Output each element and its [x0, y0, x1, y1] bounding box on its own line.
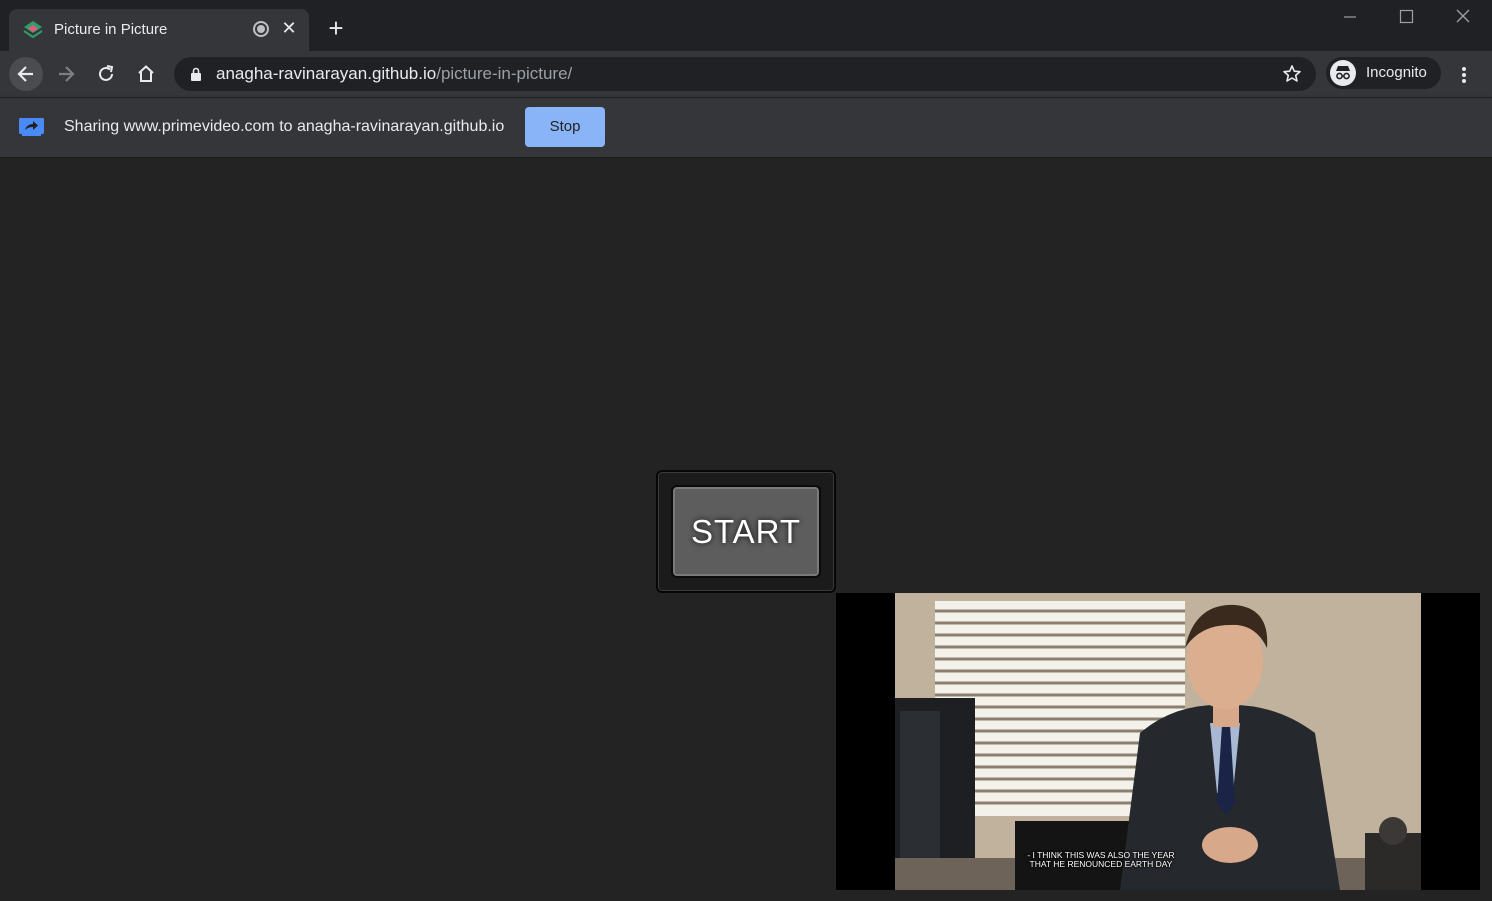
media-playing-icon[interactable] — [253, 21, 269, 37]
minimize-icon[interactable] — [1322, 4, 1378, 30]
url-text[interactable]: anagha-ravinarayan.github.io/picture-in-… — [216, 64, 572, 84]
forward-button[interactable] — [49, 57, 83, 91]
sharing-message: Sharing www.primevideo.com to anagha-rav… — [64, 118, 505, 135]
url-host: anagha-ravinarayan.github.io — [216, 64, 437, 83]
plus-icon[interactable]: + — [323, 15, 349, 41]
browser-toolbar: anagha-ravinarayan.github.io/picture-in-… — [0, 51, 1492, 97]
home-icon — [138, 65, 154, 82]
video-frame — [895, 593, 1421, 890]
tab-title: Picture in Picture — [54, 21, 168, 38]
address-bar[interactable]: anagha-ravinarayan.github.io/picture-in-… — [174, 57, 1316, 91]
title-bar: Picture in Picture ✕ + — [0, 0, 1492, 51]
page-content: START - I THINK THIS WAS ALSO THE YEAR T… — [0, 158, 1492, 901]
stop-sharing-button[interactable]: Stop — [525, 107, 605, 147]
back-button[interactable] — [9, 57, 43, 91]
reload-icon — [99, 65, 114, 81]
reload-button[interactable] — [89, 57, 123, 91]
star-icon[interactable] — [1282, 64, 1302, 84]
profile-incognito-button[interactable]: Incognito — [1326, 57, 1441, 89]
picture-in-picture-window[interactable]: - I THINK THIS WAS ALSO THE YEAR THAT HE… — [836, 593, 1480, 890]
subtitle-line-2: THAT HE RENOUNCED EARTH DAY — [1029, 859, 1173, 869]
close-icon[interactable]: ✕ — [280, 17, 298, 39]
video-subtitle: - I THINK THIS WAS ALSO THE YEAR THAT HE… — [986, 851, 1216, 869]
back-icon — [17, 66, 33, 82]
screen-share-icon — [19, 118, 44, 136]
url-path: /picture-in-picture/ — [436, 64, 573, 83]
start-button-frame: START — [656, 470, 836, 593]
more-vert-icon[interactable] — [1452, 63, 1476, 87]
incognito-icon — [1330, 60, 1356, 86]
screen-sharing-infobar: Sharing www.primevideo.com to anagha-rav… — [0, 97, 1492, 157]
window-close-icon[interactable] — [1436, 4, 1492, 30]
start-button[interactable]: START — [671, 485, 821, 578]
tab-picture-in-picture[interactable]: Picture in Picture ✕ — [9, 9, 309, 51]
forward-icon — [59, 66, 75, 82]
home-button[interactable] — [129, 57, 163, 91]
profile-label: Incognito — [1366, 64, 1427, 81]
lock-icon[interactable] — [190, 67, 202, 81]
favicon-icon — [23, 21, 43, 39]
maximize-icon[interactable] — [1378, 4, 1434, 30]
